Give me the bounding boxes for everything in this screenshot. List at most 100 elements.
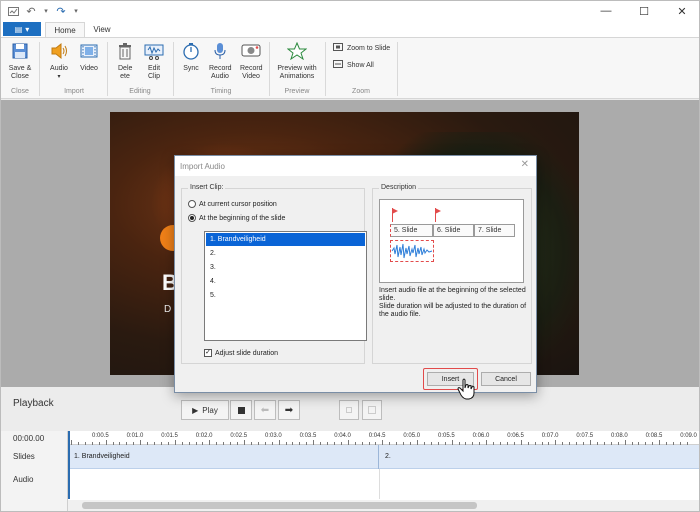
group-separator (107, 42, 108, 96)
preview-slide: 5. Slide (390, 224, 433, 237)
slides-track[interactable]: 1. Brandveiligheid 2. (68, 445, 699, 469)
timeline-scrollbar[interactable] (68, 500, 699, 511)
radio-button[interactable] (188, 214, 196, 222)
slide-list[interactable]: 1. Brandveiligheid 2. 3. 4. 5. (204, 231, 367, 341)
play-button[interactable]: ▶ Play (181, 400, 229, 420)
audio-waveform-icon (390, 240, 434, 262)
track-labels: 00:00.00 Slides Audio (1, 431, 68, 511)
playback-title: Playback (13, 398, 54, 409)
scrollbar-thumb[interactable] (82, 502, 477, 509)
adjust-duration-checkbox[interactable]: ✓ Adjust slide duration (204, 349, 278, 357)
description-legend: Description (379, 184, 419, 191)
sync-button[interactable]: Sync (177, 41, 205, 73)
zoom-in-button[interactable] (362, 400, 382, 420)
group-separator (39, 42, 40, 96)
tab-view[interactable]: View (87, 22, 117, 37)
group-label-timing: Timing (210, 88, 232, 95)
ruler-tick-label: 0:08.5 (645, 433, 663, 439)
video-label: Video (80, 65, 98, 72)
next-button[interactable]: ➡ (278, 400, 300, 420)
ruler-tick-label: 0:06.0 (472, 433, 490, 439)
preview-slide: 7. Slide (474, 224, 515, 237)
group-label-import: Import (64, 88, 84, 95)
stop-button[interactable] (230, 400, 252, 420)
slide-subtitle: D (164, 304, 172, 315)
redo-icon[interactable]: ↷ (55, 4, 67, 18)
tab-home[interactable]: Home (45, 22, 85, 37)
list-item[interactable]: 3. (206, 261, 365, 274)
ruler-tick-label: 0:04.0 (334, 433, 351, 439)
slides-track-label: Slides (13, 452, 35, 461)
save-close-label: Save & Close (8, 65, 32, 80)
record-video-button[interactable]: Record Video (237, 41, 265, 81)
ruler-tick-label: 0:06.5 (507, 433, 524, 439)
show-all-button[interactable]: Show All (333, 60, 374, 70)
close-icon[interactable]: ✕ (663, 1, 699, 21)
close-icon[interactable]: ✕ (521, 159, 529, 170)
radio-label: At the beginning of the slide (199, 214, 286, 222)
fit-icon (368, 406, 376, 414)
group-label-close: Close (11, 88, 29, 95)
radio-beginning-of-slide[interactable]: At the beginning of the slide (188, 214, 285, 222)
list-item[interactable]: 2. (206, 247, 365, 260)
zoom-to-slide-button[interactable]: Zoom to Slide (333, 43, 390, 53)
minimize-icon[interactable]: — (587, 1, 625, 21)
list-item[interactable]: 5. (206, 289, 365, 302)
customize-qat-icon[interactable]: ▾ (73, 4, 79, 18)
checkbox-checked[interactable]: ✓ (204, 349, 212, 357)
radio-cursor-position[interactable]: At current cursor position (188, 200, 277, 208)
ruler-tick-label: 0:09.0 (680, 433, 697, 439)
save-icon (10, 41, 30, 61)
ruler-tick-label: 0:01.5 (161, 433, 178, 439)
maximize-icon[interactable]: ☐ (625, 1, 663, 21)
ruler-tick-label: 0:03.5 (299, 433, 317, 439)
preview-animations-label: Preview with Animations (277, 65, 317, 80)
hand-cursor-icon (457, 378, 477, 402)
group-label-zoom: Zoom (352, 88, 370, 95)
webcam-icon (241, 41, 261, 61)
slide-clip[interactable]: 1. Brandveiligheid (68, 445, 379, 469)
record-audio-button[interactable]: Record Audio (206, 41, 234, 81)
audio-track[interactable] (68, 469, 699, 499)
ruler-tick-label: 0:00.5 (92, 433, 109, 439)
group-separator (269, 42, 270, 96)
audio-label: Audio (50, 65, 68, 72)
ribbon: Save & Close Close Audio ▾ Video Import … (1, 37, 699, 99)
app-icon (7, 4, 19, 18)
file-menu-button[interactable]: ▤ ▾ (3, 22, 41, 36)
radio-label: At current cursor position (199, 200, 277, 208)
group-separator (173, 42, 174, 96)
audio-button[interactable]: Audio ▾ (45, 41, 73, 81)
ruler-tick-label: 0:05.0 (403, 433, 421, 439)
flag-icon (392, 208, 398, 214)
preview-animations-button[interactable]: Preview with Animations (273, 41, 321, 81)
slide-clip[interactable]: 2. (379, 445, 699, 469)
time-ruler[interactable]: 0:00.5 0:01.0 0:01.5 0:02.0 0:02.5 0:03.0 0:03… (68, 431, 699, 445)
record-video-label: Record Video (240, 65, 263, 80)
microphone-icon (210, 41, 230, 61)
zoom-out-button[interactable] (339, 400, 359, 420)
cancel-button[interactable]: Cancel (481, 372, 531, 386)
record-audio-label: Record Audio (209, 65, 232, 80)
show-all-label: Show All (347, 61, 374, 69)
radio-button[interactable] (188, 200, 196, 208)
previous-button[interactable]: ⬅ (254, 400, 276, 420)
delete-button[interactable]: Dele ete (113, 41, 137, 81)
undo-dropdown-icon[interactable]: ▾ (43, 4, 49, 18)
description-text: Insert audio file at the beginning of th… (379, 287, 527, 318)
undo-icon[interactable]: ↶ (25, 4, 37, 18)
edit-clip-icon (144, 41, 164, 61)
playhead[interactable] (68, 431, 70, 499)
import-audio-dialog: Import Audio ✕ Insert Clip: At current c… (174, 155, 537, 400)
ruler-tick-label: 0:07.0 (541, 433, 559, 439)
ruler-tick-label: 0:08.0 (611, 433, 628, 439)
save-close-button[interactable]: Save & Close (5, 41, 35, 81)
video-button[interactable]: Video (75, 41, 103, 73)
list-item[interactable]: 4. (206, 275, 365, 288)
chevron-down-icon: ▾ (57, 74, 61, 80)
current-time: 00:00.00 (13, 434, 45, 443)
ruler-tick-label: 0:05.5 (438, 433, 455, 439)
description-preview: 5. Slide 6. Slide 7. Slide (379, 199, 524, 283)
list-item[interactable]: 1. Brandveiligheid (206, 233, 365, 246)
edit-clip-button[interactable]: Edit Clip (141, 41, 167, 81)
